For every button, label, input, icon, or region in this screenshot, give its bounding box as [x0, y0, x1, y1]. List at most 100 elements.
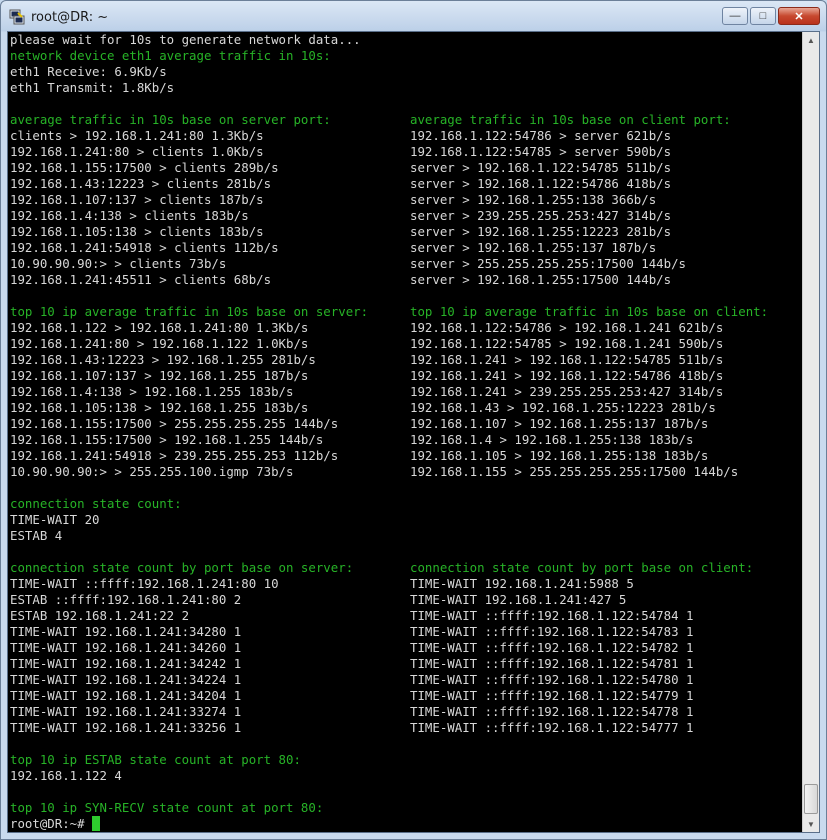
data-entry: TIME-WAIT ::ffff:192.168.1.122:54782 1 — [410, 640, 694, 655]
data-entry: TIME-WAIT 192.168.1.241:34280 1 — [10, 624, 242, 639]
data-row: 192.168.1.4:138 > 192.168.1.255 183b/s 19… — [10, 384, 802, 400]
data-entry: ESTAB 4 — [10, 528, 63, 543]
data-entry: TIME-WAIT ::ffff:192.168.1.122:54784 1 — [410, 608, 694, 623]
data-row: ESTAB ::ffff:192.168.1.241:80 2 TIME-WAIT… — [10, 592, 802, 608]
data-entry: server > 192.168.1.255:138 366b/s — [410, 192, 657, 207]
minimize-button[interactable]: — — [722, 7, 748, 25]
close-button[interactable]: ✕ — [778, 7, 820, 25]
data-row: TIME-WAIT 192.168.1.241:34204 1 TIME-WAIT… — [10, 688, 802, 704]
data-entry: TIME-WAIT ::ffff:192.168.1.122:54781 1 — [410, 656, 694, 671]
data-row: 192.168.1.122 > 192.168.1.241:80 1.3Kb/s… — [10, 320, 802, 336]
data-entry: server > 192.168.1.255:137 187b/s — [410, 240, 657, 255]
section-title: top 10 ip average traffic in 10s base on… — [10, 304, 369, 319]
data-entry: 192.168.1.122:54786 > 192.168.1.241 621b… — [410, 320, 724, 335]
data-entry: TIME-WAIT 192.168.1.241:34260 1 — [10, 640, 242, 655]
scroll-down-arrow-icon[interactable]: ▼ — [803, 816, 819, 832]
data-entry: 192.168.1.122:54785 > server 590b/s — [410, 144, 672, 159]
data-entry: TIME-WAIT ::ffff:192.168.1.122:54778 1 — [410, 704, 694, 719]
data-entry: TIME-WAIT 192.168.1.241:427 5 — [410, 592, 627, 607]
data-row: TIME-WAIT 192.168.1.241:34280 1 TIME-WAIT… — [10, 624, 802, 640]
data-entry: 192.168.1.122 4 — [10, 768, 122, 783]
data-entry: 192.168.1.107:137 > 192.168.1.255 187b/s — [10, 368, 309, 383]
data-row: 192.168.1.155:17500 > clients 289b/s serv… — [10, 160, 802, 176]
data-row: 192.168.1.155:17500 > 192.168.1.255 144b… — [10, 432, 802, 448]
terminal-output[interactable]: please wait for 10s to generate network … — [10, 32, 802, 832]
maximize-button[interactable]: □ — [750, 7, 776, 25]
section-title: average traffic in 10s base on server po… — [10, 112, 331, 127]
data-entry: TIME-WAIT 20 — [10, 512, 100, 527]
data-entry: TIME-WAIT 192.168.1.241:34224 1 — [10, 672, 242, 687]
data-entry: 192.168.1.43 > 192.168.1.255:12223 281b/… — [410, 400, 716, 415]
data-row: TIME-WAIT 192.168.1.241:33256 1 TIME-WAIT… — [10, 720, 802, 736]
data-entry: TIME-WAIT 192.168.1.241:34242 1 — [10, 656, 242, 671]
data-entry: 192.168.1.105:138 > 192.168.1.255 183b/s — [10, 400, 309, 415]
data-entry: TIME-WAIT ::ffff:192.168.1.122:54783 1 — [410, 624, 694, 639]
section-title-row: connection state count: — [10, 496, 802, 512]
vertical-scrollbar[interactable]: ▲ ▼ — [802, 32, 819, 832]
data-row: 192.168.1.105:138 > 192.168.1.255 183b/s… — [10, 400, 802, 416]
data-entry: TIME-WAIT ::ffff:192.168.1.241:80 10 — [10, 576, 279, 591]
header-text: network device eth1 average traffic in 1… — [10, 48, 331, 63]
data-entry: server > 239.255.255.253:427 314b/s — [410, 208, 672, 223]
data-entry: server > 255.255.255.255:17500 144b/s — [410, 256, 687, 271]
data-row: TIME-WAIT 192.168.1.241:34224 1 TIME-WAIT… — [10, 672, 802, 688]
data-entry: TIME-WAIT ::ffff:192.168.1.122:54779 1 — [410, 688, 694, 703]
data-entry: 192.168.1.105:138 > clients 183b/s — [10, 224, 264, 239]
putty-app-icon[interactable] — [9, 9, 25, 25]
data-row: TIME-WAIT 192.168.1.241:34260 1 TIME-WAIT… — [10, 640, 802, 656]
section-title-row: top 10 ip ESTAB state count at port 80: — [10, 752, 802, 768]
data-entry: 192.168.1.4:138 > clients 183b/s — [10, 208, 249, 223]
minimize-icon: — — [729, 10, 741, 22]
terminal-line: eth1 Receive: 6.9Kb/s — [10, 64, 802, 80]
data-row: TIME-WAIT 192.168.1.241:33274 1 TIME-WAIT… — [10, 704, 802, 720]
prompt-line: root@DR:~# — [10, 816, 802, 832]
data-row: ESTAB 192.168.1.241:22 2 TIME-WAIT ::ffff… — [10, 608, 802, 624]
data-entry: TIME-WAIT 192.168.1.241:34204 1 — [10, 688, 242, 703]
header-text: eth1 Receive: 6.9Kb/s — [10, 64, 167, 79]
maximize-icon: □ — [759, 10, 767, 22]
data-row: 192.168.1.241:80 > 192.168.1.122 1.0Kb/s… — [10, 336, 802, 352]
data-row: TIME-WAIT 192.168.1.241:34242 1 TIME-WAIT… — [10, 656, 802, 672]
data-entry: 10.90.90.90:> > 255.255.100.igmp 73b/s — [10, 464, 294, 479]
data-entry: 192.168.1.241:80 > 192.168.1.122 1.0Kb/s — [10, 336, 309, 351]
section-title: average traffic in 10s base on client po… — [410, 112, 731, 127]
section-title-row: connection state count by port base on s… — [10, 560, 802, 576]
data-row: clients > 192.168.1.241:80 1.3Kb/s 192.16… — [10, 128, 802, 144]
data-row: 192.168.1.107:137 > 192.168.1.255 187b/s… — [10, 368, 802, 384]
data-entry: 192.168.1.241 > 192.168.1.122:54786 418b… — [410, 368, 724, 383]
section-title: top 10 ip ESTAB state count at port 80: — [10, 752, 301, 767]
data-row: 192.168.1.155:17500 > 255.255.255.255 14… — [10, 416, 802, 432]
data-row: 192.168.1.43:12223 > clients 281b/s serve… — [10, 176, 802, 192]
data-entry: TIME-WAIT 192.168.1.241:5988 5 — [410, 576, 634, 591]
text-cursor — [92, 816, 101, 831]
data-entry: 192.168.1.155 > 255.255.255.255:17500 14… — [410, 464, 739, 479]
data-entry: 192.168.1.241:54918 > clients 112b/s — [10, 240, 279, 255]
section-title: connection state count: — [10, 496, 182, 511]
data-entry: 192.168.1.155:17500 > 255.255.255.255 14… — [10, 416, 339, 431]
data-entry: 192.168.1.241:80 > clients 1.0Kb/s — [10, 144, 264, 159]
data-entry: TIME-WAIT 192.168.1.241:33256 1 — [10, 720, 242, 735]
data-entry: 192.168.1.241 > 192.168.1.122:54785 511b… — [410, 352, 724, 367]
data-entry: server > 192.168.1.122:54786 418b/s — [410, 176, 672, 191]
section-title-row: top 10 ip SYN-RECV state count at port 8… — [10, 800, 802, 816]
scroll-up-arrow-icon[interactable]: ▲ — [803, 32, 819, 48]
data-entry: 192.168.1.107:137 > clients 187b/s — [10, 192, 264, 207]
data-row: 192.168.1.241:80 > clients 1.0Kb/s 192.16… — [10, 144, 802, 160]
title-bar[interactable]: root@DR: ~ — □ ✕ — [1, 1, 826, 31]
terminal-area[interactable]: please wait for 10s to generate network … — [7, 31, 820, 833]
data-row: 192.168.1.4:138 > clients 183b/s server >… — [10, 208, 802, 224]
data-entry: 192.168.1.241:54918 > 239.255.255.253 11… — [10, 448, 339, 463]
data-entry: 192.168.1.4 > 192.168.1.255:138 183b/s — [410, 432, 694, 447]
window-title: root@DR: ~ — [31, 10, 109, 25]
data-entry: 192.168.1.241:45511 > clients 68b/s — [10, 272, 272, 287]
terminal-line: please wait for 10s to generate network … — [10, 32, 802, 48]
data-row: 192.168.1.241:45511 > clients 68b/s serve… — [10, 272, 802, 288]
data-entry: 10.90.90.90:> > clients 73b/s — [10, 256, 227, 271]
section-title: connection state count by port base on c… — [410, 560, 754, 575]
section-title-row: average traffic in 10s base on server po… — [10, 112, 802, 128]
scrollbar-thumb[interactable] — [804, 784, 818, 814]
